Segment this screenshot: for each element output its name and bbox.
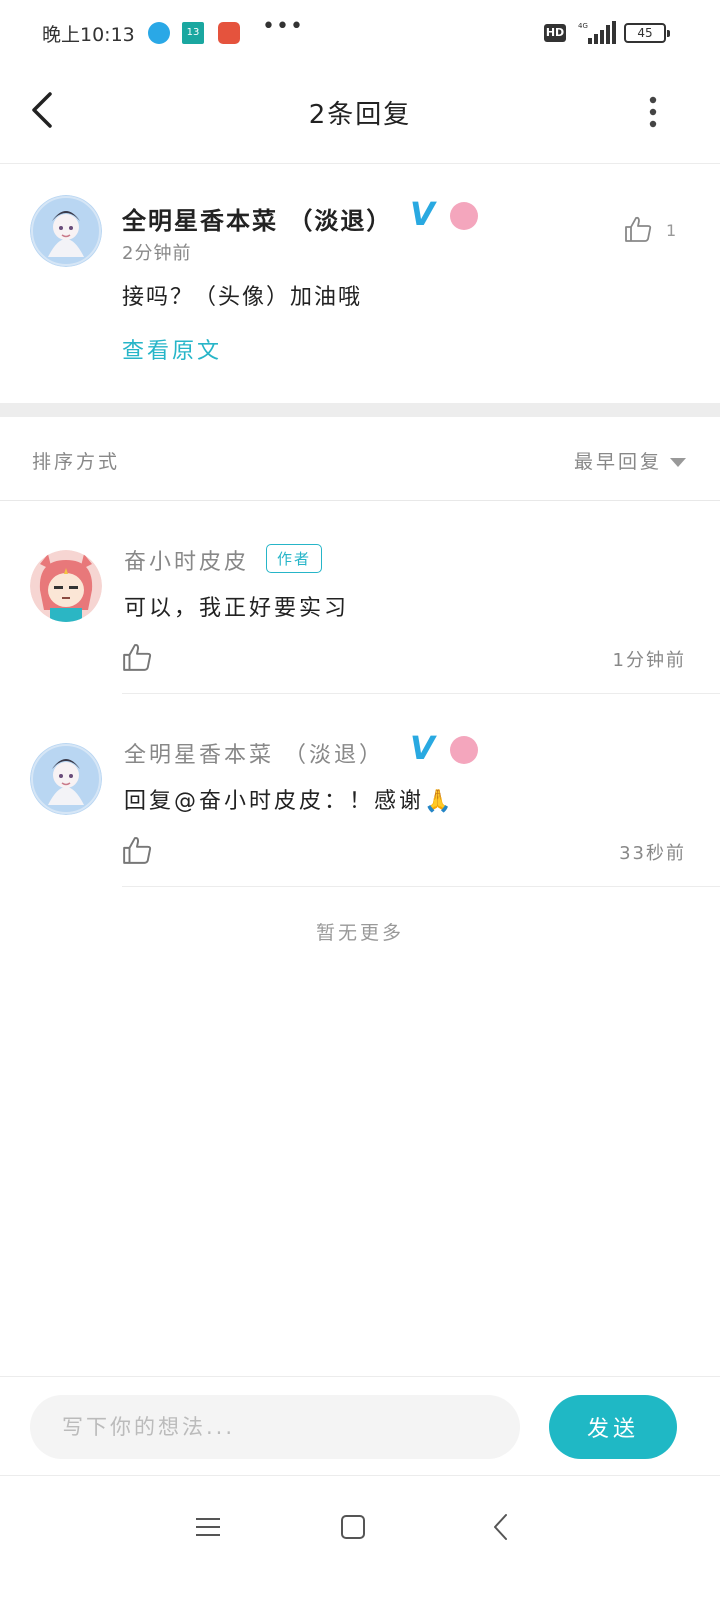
original-comment: 全明星香本菜 （淡退） V 2分钟前 接吗？（头像）加油哦 查看原文 1 — [0, 165, 720, 403]
avatar[interactable] — [30, 743, 102, 815]
avatar[interactable] — [30, 550, 102, 622]
like-count: 1 — [666, 221, 677, 240]
reply-author-name[interactable]: 奋小时皮皮 — [124, 544, 249, 576]
status-bar: 晚上10:13 13 ••• HD 4G 45 — [0, 0, 720, 68]
level-badge-icon — [450, 202, 478, 230]
thumbs-up-icon[interactable] — [122, 835, 152, 865]
divider — [122, 693, 720, 694]
view-original-link[interactable]: 查看原文 — [122, 333, 222, 365]
back-nav-icon[interactable] — [482, 1507, 522, 1547]
status-time: 晚上10:13 — [42, 24, 135, 46]
reply-text: 可以，我正好要实习 — [124, 596, 350, 621]
reply-author-name[interactable]: 全明星香本菜 （淡退） — [124, 737, 384, 769]
message-notification-icon — [218, 22, 240, 44]
vertical-dots-icon[interactable] — [636, 92, 670, 132]
reply-text: 回复@奋小时皮皮：！感谢🙏 — [124, 789, 455, 814]
thumbs-up-icon[interactable] — [122, 642, 152, 672]
level-badge-icon — [450, 736, 478, 764]
reply-item: 全明星香本菜 （淡退） V 回复@奋小时皮皮：！感谢🙏 33秒前 — [0, 695, 720, 887]
verified-badge: V — [410, 729, 435, 767]
home-icon[interactable] — [333, 1507, 373, 1547]
divider — [122, 886, 720, 887]
thumbs-up-icon[interactable] — [624, 215, 652, 243]
network-type-label: 4G — [578, 22, 588, 30]
author-name[interactable]: 全明星香本菜 （淡退） — [122, 201, 392, 236]
page-title: 2条回复 — [308, 100, 412, 130]
app-notification-icon — [148, 22, 170, 44]
sort-row: 排序方式 最早回复 — [0, 417, 720, 501]
system-nav-bar — [0, 1477, 720, 1600]
reply-item: 奋小时皮皮 作者 可以，我正好要实习 1分钟前 — [0, 502, 720, 694]
signal-icon: 4G — [578, 21, 616, 44]
battery-icon: 45 — [624, 23, 670, 43]
hd-call-icon: HD — [544, 24, 566, 42]
menu-icon[interactable] — [188, 1507, 228, 1547]
sort-selected-value: 最早回复 — [573, 451, 662, 473]
reply-thread-screen: 晚上10:13 13 ••• HD 4G 45 2条回复 全明星香本菜 （淡退）… — [0, 0, 720, 1600]
calendar-notification-icon: 13 — [182, 22, 204, 44]
sort-dropdown[interactable]: 最早回复 — [574, 447, 686, 474]
verified-badge: V — [410, 195, 435, 233]
reply-time: 1分钟前 — [612, 650, 686, 671]
avatar[interactable] — [30, 195, 102, 267]
list-end-text: 暂无更多 — [315, 922, 404, 944]
reply-time: 33秒前 — [619, 843, 686, 864]
comment-composer: 发送 — [0, 1376, 720, 1476]
send-button[interactable]: 发送 — [549, 1395, 677, 1459]
more-notifications-icon: ••• — [262, 14, 304, 39]
comment-text: 接吗？（头像）加油哦 — [122, 285, 363, 310]
comment-time: 2分钟前 — [122, 243, 192, 264]
sort-label: 排序方式 — [32, 451, 121, 473]
section-divider — [0, 403, 720, 417]
caret-down-icon — [670, 458, 686, 467]
title-bar: 2条回复 — [0, 68, 720, 164]
comment-input[interactable] — [30, 1395, 520, 1459]
author-tag-badge: 作者 — [266, 544, 323, 573]
